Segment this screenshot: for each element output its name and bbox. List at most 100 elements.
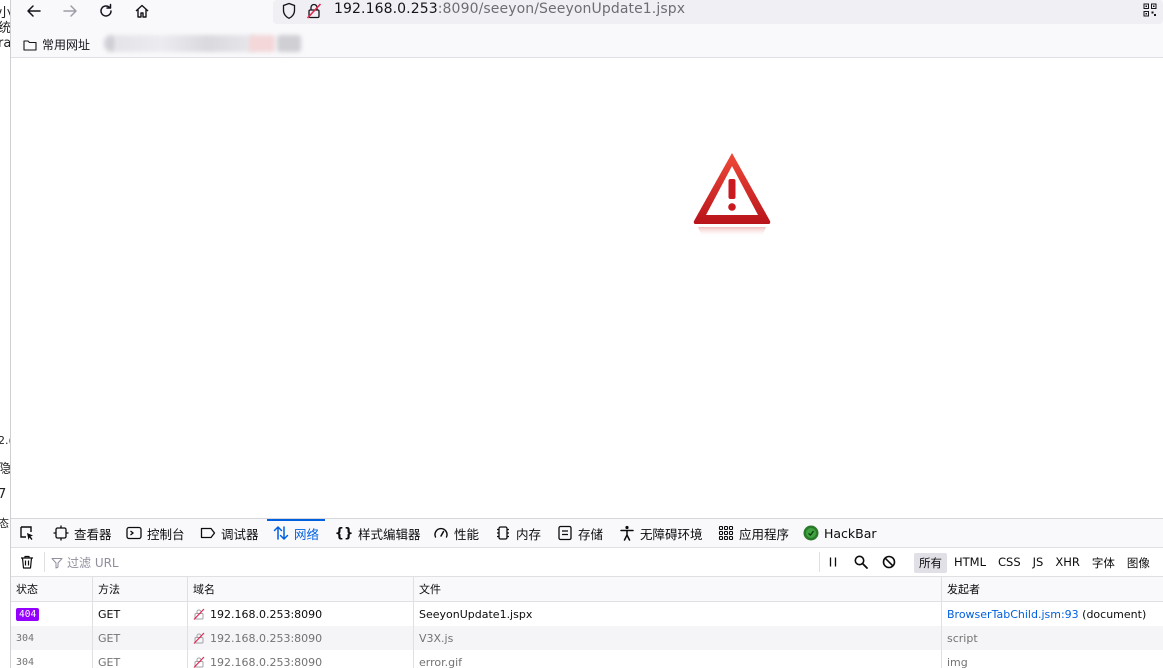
status-code: 304 — [16, 632, 35, 644]
table-row[interactable]: 304 GET 192.168.0.253:8090 V3X.js script — [11, 626, 1163, 650]
bookmark-label: 常用网址 — [42, 38, 91, 52]
tab-label: HackBar — [824, 525, 877, 541]
bookmark-item-redacted[interactable] — [115, 35, 255, 52]
reload-icon — [100, 3, 112, 17]
table-header-row: 状态 方法 域名 文件 发起者 — [11, 577, 1163, 602]
navigation-toolbar: 192.168.0.253:8090/seeyon/SeeyonUpdate1.… — [11, 0, 1163, 30]
filter-type-html[interactable]: HTML — [949, 553, 991, 573]
tab-accessibility[interactable]: 无障碍环境 — [619, 519, 703, 547]
column-header-method[interactable]: 方法 — [93, 577, 188, 601]
home-button[interactable] — [130, 0, 154, 22]
column-header-domain[interactable]: 域名 — [188, 577, 414, 601]
column-header-file[interactable]: 文件 — [414, 577, 942, 601]
edge-text: 2.( — [0, 434, 10, 447]
console-icon — [126, 526, 142, 540]
insecure-lock-icon[interactable] — [306, 2, 322, 20]
tab-debugger[interactable]: 调试器 — [200, 519, 259, 547]
trash-icon — [21, 555, 33, 569]
home-icon — [135, 4, 149, 18]
separator — [44, 552, 45, 572]
forward-button[interactable] — [58, 0, 82, 22]
filter-type-css[interactable]: CSS — [993, 553, 1026, 573]
storage-icon — [558, 525, 572, 541]
tab-label: 存储 — [578, 526, 604, 542]
network-requests-table: 状态 方法 域名 文件 发起者 404 GET 192.168.0.253:80… — [11, 577, 1163, 668]
background-window-edge: 小 统 ra 2.( 隐 7 态 — [0, 0, 11, 668]
bookmark-item-redacted[interactable] — [277, 35, 301, 52]
tab-memory[interactable]: 内存 — [495, 519, 541, 547]
tracking-protection-shield-icon[interactable] — [281, 2, 297, 20]
initiator-link[interactable]: BrowserTabChild.jsm:93 — [947, 608, 1079, 621]
column-header-initiator[interactable]: 发起者 — [942, 577, 1163, 601]
application-icon — [718, 525, 734, 541]
tab-label: 查看器 — [74, 526, 112, 542]
devtools-tab-bar: 查看器 控制台 调试器 网络 {} 样式编辑器 性能 内存 存储 无障碍环境 应… — [11, 519, 1163, 548]
insecure-connection-icon — [193, 608, 205, 620]
table-row[interactable]: 304 GET 192.168.0.253:8090 error.gif img — [11, 650, 1163, 668]
tab-label: 样式编辑器 — [358, 526, 421, 542]
tab-label: 调试器 — [221, 526, 259, 542]
initiator-cell: BrowserTabChild.jsm:93 (document) — [942, 602, 1163, 626]
block-icon — [882, 555, 896, 569]
status-code: 304 — [16, 656, 35, 668]
method-cell: GET — [93, 626, 188, 650]
edge-text: ra — [0, 36, 11, 51]
edge-text: 态 — [0, 515, 9, 531]
status-cell: 404 — [11, 602, 93, 626]
method-cell: GET — [93, 650, 188, 668]
file-cell: error.gif — [414, 650, 942, 668]
edge-text: 统 — [0, 17, 10, 36]
search-button[interactable] — [853, 554, 869, 574]
hackbar-icon — [803, 525, 819, 541]
tab-label: 内存 — [516, 526, 542, 542]
filter-type-all[interactable]: 所有 — [914, 553, 947, 573]
domain-text: 192.168.0.253:8090 — [210, 631, 323, 645]
filter-funnel-icon — [51, 557, 63, 568]
tab-style-editor[interactable]: {} 样式编辑器 — [335, 519, 421, 547]
pause-icon — [829, 557, 837, 567]
tab-performance[interactable]: 性能 — [433, 519, 479, 547]
block-requests-button[interactable] — [881, 554, 897, 574]
tab-storage[interactable]: 存储 — [557, 519, 603, 547]
tab-network[interactable]: 网络 — [266, 519, 326, 547]
pause-recording-button[interactable] — [825, 554, 841, 574]
tab-console[interactable]: 控制台 — [126, 519, 185, 547]
tab-inspector[interactable]: 查看器 — [53, 519, 112, 547]
tab-label: 性能 — [454, 526, 480, 542]
inspector-icon — [53, 525, 69, 541]
domain-cell: 192.168.0.253:8090 — [188, 626, 414, 650]
tab-application[interactable]: 应用程序 — [718, 519, 789, 547]
status-badge: 404 — [16, 607, 40, 621]
column-header-status[interactable]: 状态 — [11, 577, 93, 601]
memory-icon — [497, 526, 509, 540]
filter-type-images[interactable]: 图像 — [1122, 553, 1155, 573]
separator — [819, 552, 820, 572]
filter-type-fonts[interactable]: 字体 — [1087, 553, 1120, 573]
tab-label: 控制台 — [147, 526, 185, 542]
initiator-cell: img — [947, 655, 968, 668]
qr-code-button[interactable] — [1137, 0, 1163, 20]
url-bar[interactable]: 192.168.0.253:8090/seeyon/SeeyonUpdate1.… — [273, 0, 1163, 24]
element-picker-button[interactable] — [19, 519, 35, 547]
bookmark-folder-common-sites[interactable]: 常用网址 — [23, 36, 90, 53]
search-icon — [854, 555, 868, 569]
domain-text: 192.168.0.253:8090 — [210, 655, 323, 668]
tab-hackbar[interactable]: HackBar — [803, 519, 877, 547]
insecure-connection-icon — [193, 656, 205, 668]
file-cell: SeeyonUpdate1.jspx — [414, 602, 942, 626]
domain-text: 192.168.0.253:8090 — [210, 607, 323, 621]
table-row[interactable]: 404 GET 192.168.0.253:8090 SeeyonUpdate1… — [11, 602, 1163, 626]
bookmark-item-redacted[interactable] — [249, 35, 275, 52]
status-cell: 304 — [11, 626, 93, 650]
style-editor-icon: {} — [334, 525, 354, 541]
method-cell: GET — [93, 602, 188, 626]
filter-placeholder: 过滤 URL — [67, 556, 119, 570]
bookmarks-toolbar: 常用网址 — [11, 30, 1163, 58]
filter-url-input[interactable]: 过滤 URL — [51, 554, 119, 571]
filter-type-xhr[interactable]: XHR — [1050, 553, 1085, 573]
filter-type-js[interactable]: JS — [1028, 553, 1049, 573]
back-button[interactable] — [22, 0, 46, 22]
url-text[interactable]: 192.168.0.253:8090/seeyon/SeeyonUpdate1.… — [334, 1, 685, 17]
reload-button[interactable] — [94, 0, 118, 22]
clear-requests-button[interactable] — [19, 554, 35, 574]
